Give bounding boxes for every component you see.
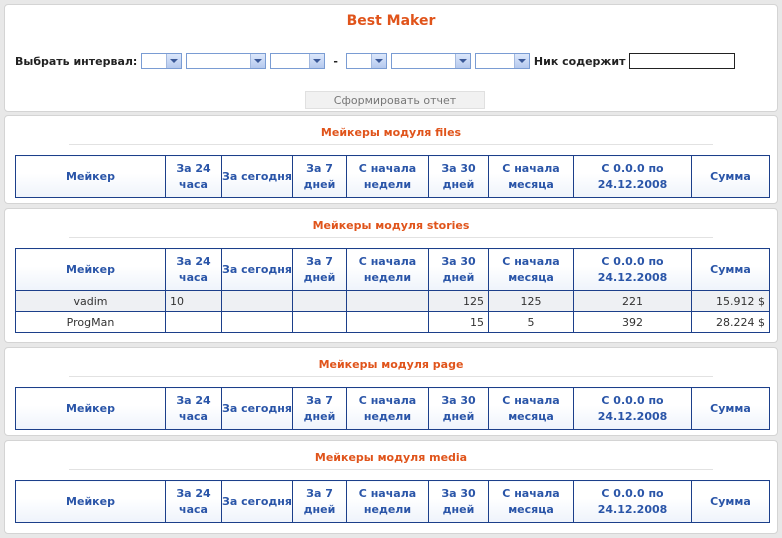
section-files: Мейкеры модуля files Мейкер За 24 часа З… — [4, 115, 778, 204]
col-today: За сегодня — [221, 387, 293, 430]
cell-24h — [165, 311, 222, 333]
col-month: С начала месяца — [488, 480, 574, 523]
col-range: С 0.0.0 по 24.12.2008 — [573, 155, 692, 198]
col-maker: Мейкер — [15, 387, 166, 430]
to-day-select[interactable] — [345, 53, 387, 69]
col-range: С 0.0.0 по 24.12.2008 — [573, 480, 692, 523]
col-24h: За 24 часа — [165, 387, 222, 430]
cell-sum: 15.912 $ — [691, 290, 770, 312]
cell-week — [346, 290, 429, 312]
interval-dash: - — [333, 54, 338, 68]
cell-sum: 28.224 $ — [691, 311, 770, 333]
cell-month: 125 — [488, 290, 574, 312]
col-30days: За 30 дней — [428, 480, 489, 523]
makers-table-stories: Мейкер За 24 часа За сегодня За 7 дней С… — [15, 248, 770, 333]
col-week: С начала недели — [346, 387, 429, 430]
col-month: С начала месяца — [488, 387, 574, 430]
col-sum: Сумма — [691, 480, 770, 523]
cell-today — [221, 311, 293, 333]
chevron-down-icon — [370, 54, 386, 68]
section-title: Мейкеры модуля media — [314, 451, 468, 464]
col-7days: За 7 дней — [292, 387, 347, 430]
filter-row: Выбрать интервал: - Ник содержит — [15, 50, 736, 72]
col-7days: За 7 дней — [292, 480, 347, 523]
col-24h: За 24 часа — [165, 155, 222, 198]
cell-maker: ProgMan — [15, 311, 166, 333]
col-today: За сегодня — [221, 155, 293, 198]
table-row: vadim 10 125 125 221 15.912 $ — [15, 290, 770, 312]
col-maker: Мейкер — [15, 155, 166, 198]
section-title: Мейкеры модуля page — [318, 358, 464, 371]
cell-24h: 10 — [165, 290, 222, 312]
chevron-down-icon — [166, 54, 182, 68]
col-today: За сегодня — [221, 480, 293, 523]
cell-range: 392 — [573, 311, 692, 333]
chevron-down-icon — [513, 54, 529, 68]
makers-table-page: Мейкер За 24 часа За сегодня За 7 дней С… — [15, 387, 770, 430]
section-title: Мейкеры модуля stories — [312, 219, 470, 232]
from-month-select[interactable] — [186, 53, 267, 69]
cell-range: 221 — [573, 290, 692, 312]
from-day-select[interactable] — [141, 53, 183, 69]
cell-month: 5 — [488, 311, 574, 333]
col-sum: Сумма — [691, 387, 770, 430]
section-divider — [69, 237, 713, 238]
table-header-row: Мейкер За 24 часа За сегодня За 7 дней С… — [15, 155, 770, 198]
col-30days: За 30 дней — [428, 387, 489, 430]
nick-input[interactable] — [629, 53, 736, 69]
section-divider — [69, 144, 713, 145]
cell-7days — [292, 290, 347, 312]
col-week: С начала недели — [346, 480, 429, 523]
section-page: Мейкеры модуля page Мейкер За 24 часа За… — [4, 347, 778, 436]
col-sum: Сумма — [691, 248, 770, 291]
section-divider — [69, 469, 713, 470]
col-range: С 0.0.0 по 24.12.2008 — [573, 387, 692, 430]
col-7days: За 7 дней — [292, 248, 347, 291]
generate-report-button[interactable]: Сформировать отчет — [305, 91, 485, 109]
section-title: Мейкеры модуля files — [320, 126, 462, 139]
section-stories: Мейкеры модуля stories Мейкер За 24 часа… — [4, 208, 778, 343]
chevron-down-icon — [454, 54, 470, 68]
col-range: С 0.0.0 по 24.12.2008 — [573, 248, 692, 291]
table-header-row: Мейкер За 24 часа За сегодня За 7 дней С… — [15, 387, 770, 430]
col-30days: За 30 дней — [428, 155, 489, 198]
to-year-select[interactable] — [474, 53, 530, 69]
section-media: Мейкеры модуля media Мейкер За 24 часа З… — [4, 440, 778, 534]
chevron-down-icon — [250, 54, 266, 68]
cell-maker: vadim — [15, 290, 166, 312]
to-month-select[interactable] — [390, 53, 471, 69]
col-maker: Мейкер — [15, 248, 166, 291]
table-header-row: Мейкер За 24 часа За сегодня За 7 дней С… — [15, 480, 770, 523]
cell-week — [346, 311, 429, 333]
from-year-select[interactable] — [270, 53, 326, 69]
col-30days: За 30 дней — [428, 248, 489, 291]
col-24h: За 24 часа — [165, 248, 222, 291]
cell-30days: 125 — [428, 290, 489, 312]
col-month: С начала месяца — [488, 155, 574, 198]
cell-today — [221, 290, 293, 312]
col-month: С начала месяца — [488, 248, 574, 291]
makers-table-media: Мейкер За 24 часа За сегодня За 7 дней С… — [15, 480, 770, 523]
section-divider — [69, 376, 713, 377]
makers-table-files: Мейкер За 24 часа За сегодня За 7 дней С… — [15, 155, 770, 198]
col-week: С начала недели — [346, 155, 429, 198]
col-sum: Сумма — [691, 155, 770, 198]
col-today: За сегодня — [221, 248, 293, 291]
filter-panel: Best Maker Выбрать интервал: - Ник содер… — [4, 4, 778, 112]
col-week: С начала недели — [346, 248, 429, 291]
cell-30days: 15 — [428, 311, 489, 333]
table-row: ProgMan 15 5 392 28.224 $ — [15, 311, 770, 333]
nick-label: Ник содержит — [533, 54, 626, 68]
table-header-row: Мейкер За 24 часа За сегодня За 7 дней С… — [15, 248, 770, 291]
cell-7days — [292, 311, 347, 333]
col-7days: За 7 дней — [292, 155, 347, 198]
page-title: Best Maker — [346, 13, 436, 29]
interval-label: Выбрать интервал: — [15, 54, 138, 68]
col-maker: Мейкер — [15, 480, 166, 523]
col-24h: За 24 часа — [165, 480, 222, 523]
chevron-down-icon — [309, 54, 325, 68]
